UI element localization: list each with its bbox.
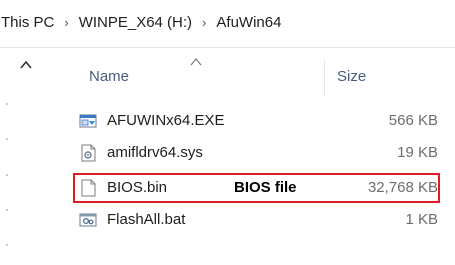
breadcrumb-separator[interactable]: › bbox=[196, 15, 212, 30]
file-row-afuwinx64-exe[interactable]: AFUWINx64.EXE 566 KB bbox=[74, 109, 446, 133]
file-row-amifldrv64-sys[interactable]: amifldrv64.sys 19 KB bbox=[74, 141, 446, 165]
batch-file-icon bbox=[79, 213, 97, 227]
file-row-flashall-bat[interactable]: FlashAll.bat 1 KB bbox=[74, 208, 446, 232]
file-name: amifldrv64.sys bbox=[107, 144, 203, 161]
column-header-size[interactable]: Size bbox=[337, 68, 366, 85]
toolbar-divider bbox=[0, 47, 455, 48]
breadcrumb-folder[interactable]: AfuWin64 bbox=[212, 14, 285, 31]
bios-file-annotation: BIOS file bbox=[234, 179, 297, 196]
exe-icon bbox=[79, 114, 97, 128]
file-size: 566 KB bbox=[388, 112, 438, 129]
file-size: 19 KB bbox=[397, 144, 438, 161]
sort-ascending-icon bbox=[190, 58, 202, 66]
file-name: FlashAll.bat bbox=[107, 211, 186, 228]
file-size: 1 KB bbox=[405, 211, 438, 228]
breadcrumb-this-pc[interactable]: This PC bbox=[0, 14, 58, 31]
breadcrumb: This PC › WINPE_X64 (H:) › AfuWin64 bbox=[0, 0, 455, 44]
column-separator[interactable] bbox=[324, 60, 325, 96]
breadcrumb-separator[interactable]: › bbox=[58, 15, 74, 30]
column-header-name[interactable]: Name bbox=[89, 68, 129, 85]
column-header-row: Name Size bbox=[0, 52, 455, 100]
system-file-icon bbox=[81, 144, 96, 162]
breadcrumb-drive[interactable]: WINPE_X64 (H:) bbox=[75, 14, 196, 31]
file-name: AFUWINx64.EXE bbox=[107, 112, 225, 129]
